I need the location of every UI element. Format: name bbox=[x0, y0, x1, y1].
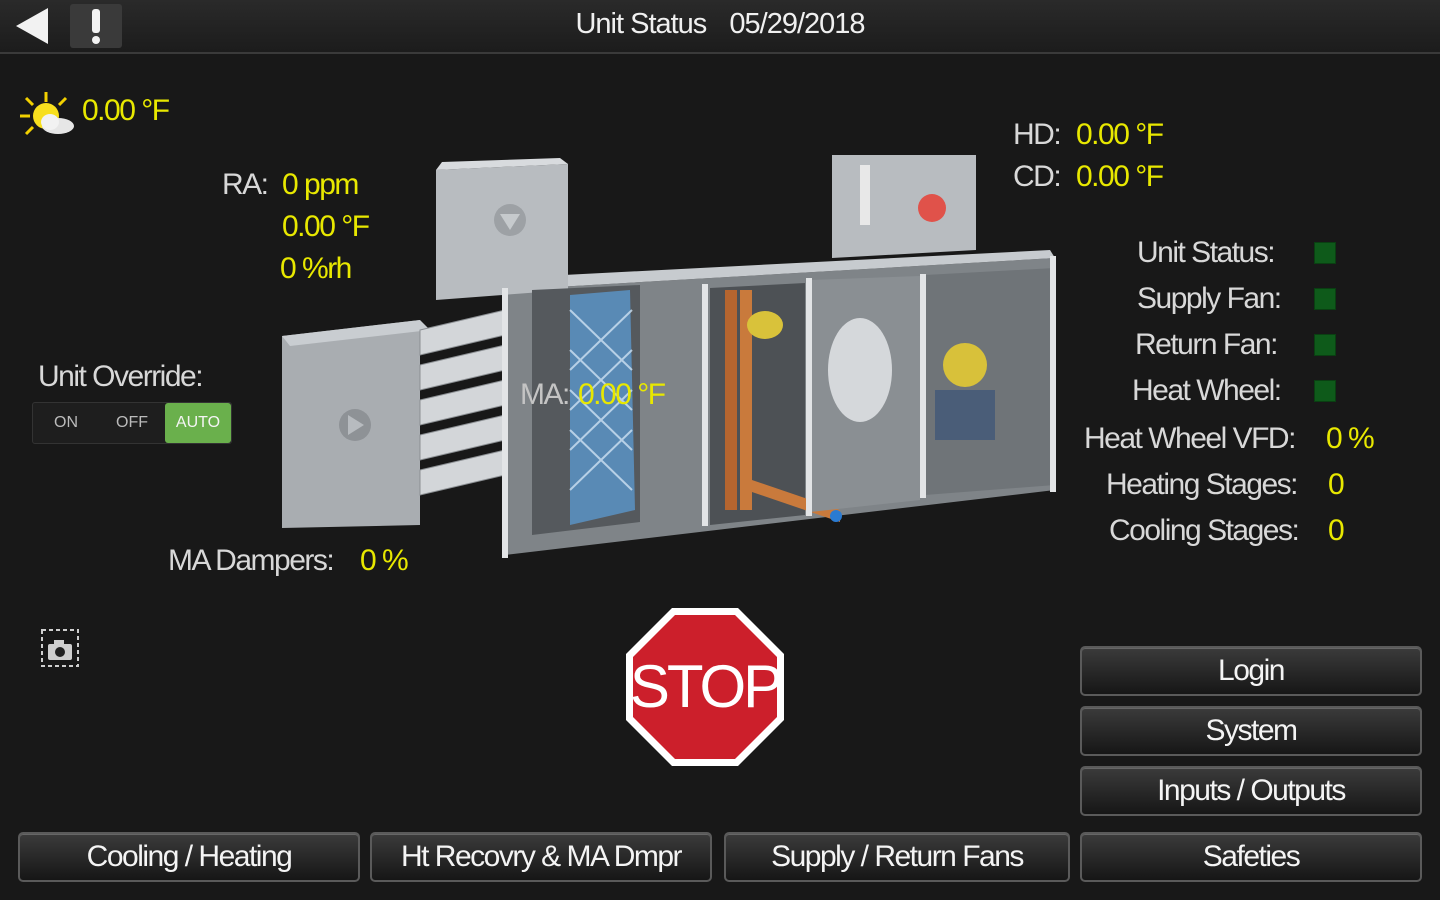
supply-fan-indicator bbox=[1314, 288, 1336, 310]
hd-label: HD: bbox=[1013, 118, 1062, 151]
air-handler-illustration bbox=[282, 155, 1056, 558]
override-on-option[interactable]: ON bbox=[33, 403, 99, 443]
ra-label: RA: bbox=[222, 168, 269, 201]
supply-return-fans-button[interactable]: Supply / Return Fans bbox=[724, 832, 1070, 882]
heating-stages-label: Heating Stages: bbox=[1106, 468, 1298, 501]
inputs-outputs-button[interactable]: Inputs / Outputs bbox=[1080, 766, 1422, 816]
override-off-option[interactable]: OFF bbox=[99, 403, 165, 443]
heat-wheel-indicator bbox=[1314, 380, 1336, 402]
heat-wheel-vfd-label: Heat Wheel VFD: bbox=[1084, 422, 1296, 455]
unit-override-label: Unit Override: bbox=[38, 360, 204, 393]
screenshot-button[interactable] bbox=[38, 626, 82, 670]
supply-fan-label: Supply Fan: bbox=[1137, 282, 1282, 315]
unit-override-switch[interactable]: ON OFF AUTO bbox=[32, 402, 232, 444]
cooling-stages-label: Cooling Stages: bbox=[1109, 514, 1300, 547]
title-text: Unit Status bbox=[575, 8, 707, 40]
heat-wheel-vfd-value: 0 % bbox=[1326, 422, 1375, 455]
hd-value: 0.00 °F bbox=[1076, 118, 1164, 151]
cd-value: 0.00 °F bbox=[1076, 160, 1164, 193]
page-title: Unit Status 05/29/2018 bbox=[0, 8, 1440, 41]
heat-wheel-label: Heat Wheel: bbox=[1132, 374, 1282, 407]
ma-value: 0.00 °F bbox=[578, 378, 666, 411]
cooling-stages-value: 0 bbox=[1328, 514, 1345, 547]
ma-dampers-label: MA Dampers: bbox=[168, 544, 335, 577]
return-fan-label: Return Fan: bbox=[1135, 328, 1278, 361]
cooling-heating-button[interactable]: Cooling / Heating bbox=[18, 832, 360, 882]
ht-recovery-button[interactable]: Ht Recovry & MA Dmpr bbox=[370, 832, 712, 882]
stop-label: STOP bbox=[629, 653, 783, 720]
unit-status-indicator bbox=[1314, 242, 1336, 264]
arrow-right-icon bbox=[339, 409, 371, 441]
heating-stages-value: 0 bbox=[1328, 468, 1345, 501]
return-fan-indicator bbox=[1314, 334, 1336, 356]
ma-label: MA: bbox=[520, 378, 570, 411]
arrow-down-icon bbox=[494, 204, 526, 236]
system-button[interactable]: System bbox=[1080, 706, 1422, 756]
login-button[interactable]: Login bbox=[1080, 646, 1422, 696]
sun-cloud-icon bbox=[18, 90, 78, 144]
outdoor-temp: 0.00 °F bbox=[82, 94, 170, 127]
override-auto-option[interactable]: AUTO bbox=[165, 403, 231, 443]
unit-status-label: Unit Status: bbox=[1137, 236, 1276, 269]
safeties-button[interactable]: Safeties bbox=[1080, 832, 1422, 882]
stop-button[interactable]: STOP bbox=[624, 606, 786, 768]
title-date: 05/29/2018 bbox=[729, 8, 865, 40]
ma-dampers-value: 0 % bbox=[360, 544, 409, 577]
camera-icon bbox=[41, 629, 79, 667]
